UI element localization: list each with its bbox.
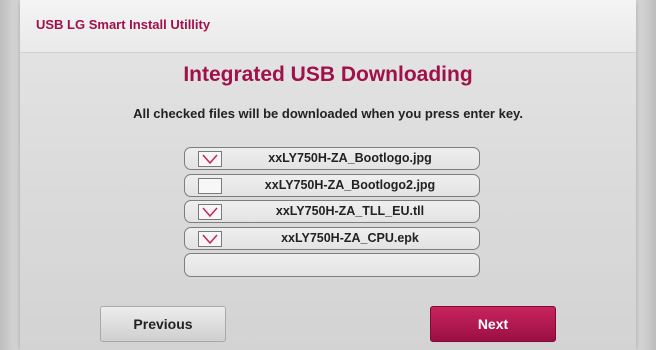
file-name: xxLY750H-ZA_Bootlogo.jpg — [268, 151, 432, 165]
file-row[interactable]: xxLY750H-ZA_Bootlogo2.jpg — [184, 173, 480, 197]
file-name: xxLY750H-ZA_TLL_EU.tll — [275, 204, 425, 218]
file-row[interactable]: xxLY750H-ZA_Bootlogo.jpg — [184, 147, 480, 170]
empty-file-row — [184, 253, 480, 277]
file-name: xxLY750H-ZA_Bootlogo2.jpg — [264, 177, 436, 192]
instruction-text: All checked files will be downloaded whe… — [133, 106, 523, 121]
check-mark-icon — [202, 234, 218, 244]
check-mark-icon — [202, 207, 218, 218]
check-mark-icon — [202, 154, 218, 165]
file-row[interactable]: xxLY750H-ZA_TLL_EU.tll — [184, 200, 480, 223]
file-row[interactable]: xxLY750H-ZA_CPU.epk — [184, 226, 480, 250]
file-checkbox[interactable] — [198, 151, 222, 167]
file-checkbox[interactable] — [198, 177, 222, 194]
file-name: xxLY750H-ZA_CPU.epk — [281, 230, 419, 245]
page-title: Integrated USB Downloading — [183, 63, 473, 86]
app-title: USB LG Smart Install Utillity — [36, 17, 211, 32]
next-button[interactable]: Next — [430, 306, 556, 342]
file-list: xxLY750H-ZA_Bootlogo.jpg xxLY750H-ZA_Boo… — [184, 147, 480, 281]
file-checkbox[interactable] — [198, 230, 222, 247]
file-checkbox[interactable] — [198, 204, 222, 220]
previous-button[interactable]: Previous — [100, 306, 226, 342]
